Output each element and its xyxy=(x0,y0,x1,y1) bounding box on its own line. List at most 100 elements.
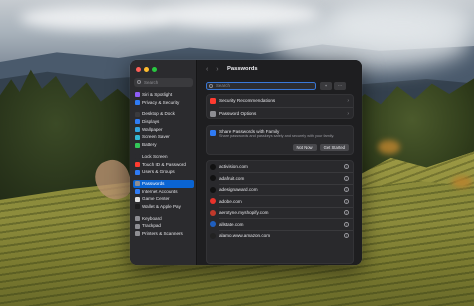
password-options-label: Password Options xyxy=(219,110,257,116)
allstate-icon xyxy=(210,221,216,227)
sidebar: Search Siri & Spotlight Privacy & Securit… xyxy=(130,60,197,265)
sidebar-item-screen-saver[interactable]: Screen Saver xyxy=(133,133,194,141)
credential-row[interactable]: allstate.com i xyxy=(207,219,353,230)
fingerprint-icon xyxy=(134,161,140,167)
password-search-input[interactable]: Search xyxy=(206,82,316,90)
credential-row[interactable]: adesignaward.com i xyxy=(207,184,353,195)
security-group: Security Recommendations › Password Opti… xyxy=(206,94,354,119)
display-icon xyxy=(134,119,140,125)
autumn-tree xyxy=(452,176,472,188)
sidebar-item-label: Wallpaper xyxy=(142,126,163,132)
sidebar-item-label: Privacy & Security xyxy=(142,99,180,105)
sidebar-item-battery[interactable]: Battery xyxy=(133,141,194,149)
sidebar-item-trackpad[interactable]: Trackpad xyxy=(133,222,194,230)
system-settings-window: Search Siri & Spotlight Privacy & Securit… xyxy=(130,60,362,265)
sidebar-item-label: Wallet & Apple Pay xyxy=(142,203,181,209)
screensaver-icon xyxy=(134,134,140,140)
adesignaward-icon xyxy=(210,186,216,193)
activision-icon xyxy=(210,163,216,170)
sidebar-item-touch-id-password[interactable]: Touch ID & Password xyxy=(133,161,194,169)
sidebar-item-game-center[interactable]: Game Center xyxy=(133,195,194,203)
sidebar-item-keyboard[interactable]: Keyboard xyxy=(133,215,194,223)
sidebar-item-passwords[interactable]: Passwords xyxy=(133,179,194,188)
sidebar-item-label: Desktop & Dock xyxy=(142,111,175,117)
sidebar-item-label: Keyboard xyxy=(142,215,162,221)
battery-icon xyxy=(134,142,140,148)
credential-row[interactable]: aerotyne.myshopify.com i xyxy=(207,207,353,218)
users-icon xyxy=(134,169,140,175)
toolbar: ‹ › Passwords xyxy=(198,60,362,80)
chevron-right-icon: › xyxy=(347,98,349,104)
sidebar-item-label: Internet Accounts xyxy=(142,188,178,194)
sidebar-item-displays[interactable]: Displays xyxy=(133,118,194,126)
sidebar-item-label: Touch ID & Password xyxy=(142,161,186,167)
sidebar-item-label: Passwords xyxy=(142,180,165,186)
sidebar-search-input[interactable]: Search xyxy=(134,78,193,87)
sidebar-item-label: Screen Saver xyxy=(142,134,170,140)
info-icon[interactable]: i xyxy=(344,187,349,192)
credential-site: allstate.com xyxy=(219,221,244,227)
sidebar-item-privacy-security[interactable]: Privacy & Security xyxy=(133,99,194,107)
info-icon[interactable]: i xyxy=(344,210,349,215)
info-icon[interactable]: i xyxy=(344,221,349,227)
more-button[interactable]: ··· xyxy=(334,82,346,90)
trackpad-icon xyxy=(134,223,140,229)
sidebar-item-internet-accounts[interactable]: Internet Accounts xyxy=(133,188,194,196)
credential-site: alamo.www.amazon.com xyxy=(219,233,271,238)
credential-row[interactable]: activision.com i xyxy=(207,161,353,172)
family-sharing-card: Share Passwords with Family Share passwo… xyxy=(206,125,354,155)
sidebar-item-label: Lock Screen xyxy=(142,153,168,159)
hand-icon xyxy=(134,100,140,106)
sidebar-item-label: Displays xyxy=(142,119,160,125)
toolbar-controls: + ··· xyxy=(320,82,346,90)
sidebar-item-label: Printers & Scanners xyxy=(142,231,183,236)
sidebar-item-users-groups[interactable]: Users & Groups xyxy=(133,168,194,176)
wallet-icon xyxy=(134,204,140,210)
close-button[interactable] xyxy=(136,67,141,72)
autumn-tree xyxy=(378,140,400,154)
security-recommendations-row[interactable]: Security Recommendations › xyxy=(207,95,353,107)
alert-icon xyxy=(210,98,216,104)
family-buttons: Not Now Get Started xyxy=(292,144,349,151)
chevron-right-icon: › xyxy=(347,110,349,117)
keyboard-icon xyxy=(134,216,140,222)
sidebar-item-lock-screen[interactable]: Lock Screen xyxy=(133,153,194,161)
sidebar-item-label: Siri & Spotlight xyxy=(142,92,173,97)
cloud xyxy=(20,6,170,30)
credential-row[interactable]: adobe.com i xyxy=(207,196,353,207)
page-title: Passwords xyxy=(227,66,258,72)
minimize-button[interactable] xyxy=(144,67,149,72)
get-started-button[interactable]: Get Started xyxy=(319,144,349,151)
credential-site: aerotyne.myshopify.com xyxy=(219,210,269,215)
nav-arrows[interactable]: ‹ › xyxy=(206,66,222,73)
family-icon xyxy=(210,130,216,136)
credential-row[interactable]: alamo.www.amazon.com i xyxy=(207,230,353,241)
at-icon xyxy=(134,188,140,194)
info-icon[interactable]: i xyxy=(344,198,349,204)
password-search-placeholder: Search xyxy=(216,83,230,88)
sidebar-item-wallet-apple-pay[interactable]: Wallet & Apple Pay xyxy=(133,203,194,211)
not-now-button[interactable]: Not Now xyxy=(292,144,317,151)
sidebar-item-printers-scanners[interactable]: Printers & Scanners xyxy=(133,230,194,238)
sidebar-item-wallpaper[interactable]: Wallpaper xyxy=(133,126,194,134)
info-icon[interactable]: i xyxy=(344,175,349,181)
credential-site: adafruit.com xyxy=(219,175,245,181)
info-icon[interactable]: i xyxy=(344,164,349,169)
sidebar-item-siri-spotlight[interactable]: Siri & Spotlight xyxy=(133,91,194,99)
traffic-lights xyxy=(136,67,157,72)
password-options-row[interactable]: Password Options › xyxy=(207,108,353,120)
zoom-button[interactable] xyxy=(152,67,157,72)
search-icon xyxy=(137,80,141,84)
sidebar-item-desktop-dock[interactable]: Desktop & Dock xyxy=(133,110,194,118)
sidebar-search-placeholder: Search xyxy=(144,80,159,85)
sidebar-item-label: Users & Groups xyxy=(142,169,175,175)
siri-icon xyxy=(134,92,140,98)
gamecenter-icon xyxy=(134,196,140,202)
info-icon[interactable]: i xyxy=(344,233,349,238)
lock-icon xyxy=(134,154,140,160)
credential-site: adobe.com xyxy=(219,198,242,204)
credentials-list: activision.com i adafruit.com i adesignaward… xyxy=(206,160,354,264)
add-password-button[interactable]: + xyxy=(320,82,332,90)
shopify-icon xyxy=(210,209,216,216)
credential-row[interactable]: adafruit.com i xyxy=(207,173,353,184)
